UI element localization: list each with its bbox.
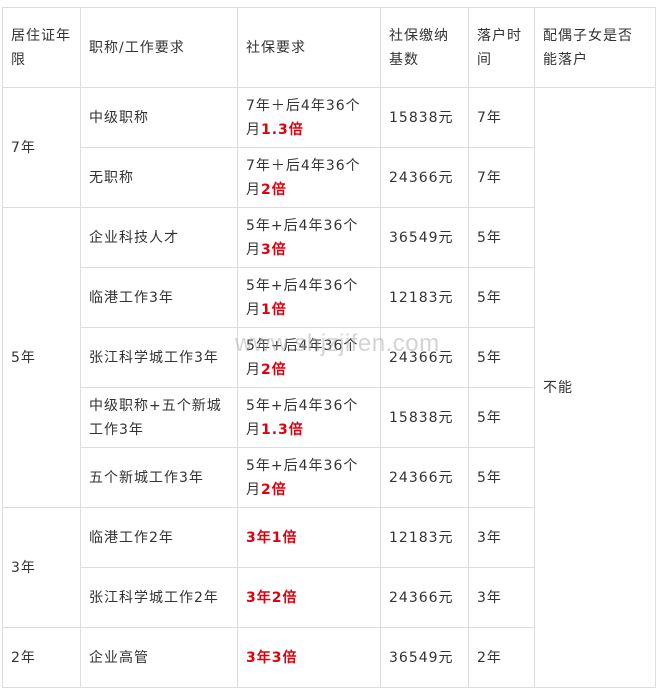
requirement-cell: 临港工作3年 — [80, 267, 238, 328]
requirement-cell: 企业高管 — [80, 627, 238, 688]
social-security-cell: 5年+后4年36个月1倍 — [237, 267, 381, 328]
ss-multiplier: 2倍 — [261, 181, 287, 198]
header-spouse-children: 配偶子女是否能落户 — [534, 7, 656, 88]
base-cell: 24366元 — [380, 327, 469, 388]
social-security-cell: 5年+后4年36个月3倍 — [237, 207, 381, 268]
table-header-row: 居住证年限 职称/工作要求 社保要求 社保缴纳基数 落户时间 配偶子女是否能落户 — [2, 7, 656, 88]
base-cell: 15838元 — [380, 87, 469, 148]
social-security-cell: 3年1倍 — [237, 507, 381, 568]
ss-multiplier: 3年2倍 — [246, 589, 298, 606]
base-cell: 24366元 — [380, 567, 469, 628]
social-security-cell: 5年+后4年36个月2倍 — [237, 327, 381, 388]
base-cell: 24366元 — [380, 447, 469, 508]
table-row: 7年 中级职称 7年＋后4年36个月1.3倍 15838元 7年 不能 — [2, 87, 656, 688]
time-cell: 5年 — [468, 267, 535, 328]
time-cell: 3年 — [468, 507, 535, 568]
time-cell: 3年 — [468, 567, 535, 628]
ss-multiplier: 3年1倍 — [246, 529, 298, 546]
requirement-cell: 企业科技人才 — [80, 207, 238, 268]
requirement-cell: 临港工作2年 — [80, 507, 238, 568]
requirement-cell: 五个新城工作3年 — [80, 447, 238, 508]
spouse-children-cell: 不能 — [534, 87, 656, 688]
social-security-cell: 7年＋后4年36个月2倍 — [237, 147, 381, 208]
ss-multiplier: 1倍 — [261, 301, 287, 318]
requirement-cell: 中级职称 — [80, 87, 238, 148]
base-cell: 15838元 — [380, 387, 469, 448]
years-cell: 3年 — [2, 507, 81, 628]
base-cell: 24366元 — [380, 147, 469, 208]
header-social-security-requirement: 社保要求 — [237, 7, 381, 88]
ss-multiplier: 1.3倍 — [261, 421, 304, 438]
ss-multiplier: 2倍 — [261, 361, 287, 378]
time-cell: 5年 — [468, 207, 535, 268]
requirement-cell: 中级职称+五个新城工作3年 — [80, 387, 238, 448]
time-cell: 2年 — [468, 627, 535, 688]
time-cell: 5年 — [468, 327, 535, 388]
ss-multiplier: 3倍 — [261, 241, 287, 258]
header-settlement-time: 落户时间 — [468, 7, 535, 88]
ss-multiplier: 1.3倍 — [261, 121, 304, 138]
header-residence-years: 居住证年限 — [2, 7, 81, 88]
requirement-cell: 张江科学城工作2年 — [80, 567, 238, 628]
requirement-cell: 张江科学城工作3年 — [80, 327, 238, 388]
time-cell: 5年 — [468, 447, 535, 508]
ss-multiplier: 3年3倍 — [246, 649, 298, 666]
base-cell: 36549元 — [380, 627, 469, 688]
social-security-cell: 7年＋后4年36个月1.3倍 — [237, 87, 381, 148]
base-cell: 12183元 — [380, 507, 469, 568]
requirement-cell: 无职称 — [80, 147, 238, 208]
settlement-policy-table: 居住证年限 职称/工作要求 社保要求 社保缴纳基数 落户时间 配偶子女是否能落户… — [2, 7, 656, 688]
header-title-work-requirement: 职称/工作要求 — [80, 7, 238, 88]
time-cell: 7年 — [468, 87, 535, 148]
base-cell: 36549元 — [380, 207, 469, 268]
ss-multiplier: 2倍 — [261, 481, 287, 498]
social-security-cell: 3年3倍 — [237, 627, 381, 688]
social-security-cell: 5年+后4年36个月2倍 — [237, 447, 381, 508]
years-cell: 5年 — [2, 207, 81, 508]
social-security-cell: 5年+后4年36个月1.3倍 — [237, 387, 381, 448]
time-cell: 7年 — [468, 147, 535, 208]
years-cell: 7年 — [2, 87, 81, 208]
time-cell: 5年 — [468, 387, 535, 448]
header-contribution-base: 社保缴纳基数 — [380, 7, 469, 88]
social-security-cell: 3年2倍 — [237, 567, 381, 628]
years-cell: 2年 — [2, 627, 81, 688]
base-cell: 12183元 — [380, 267, 469, 328]
